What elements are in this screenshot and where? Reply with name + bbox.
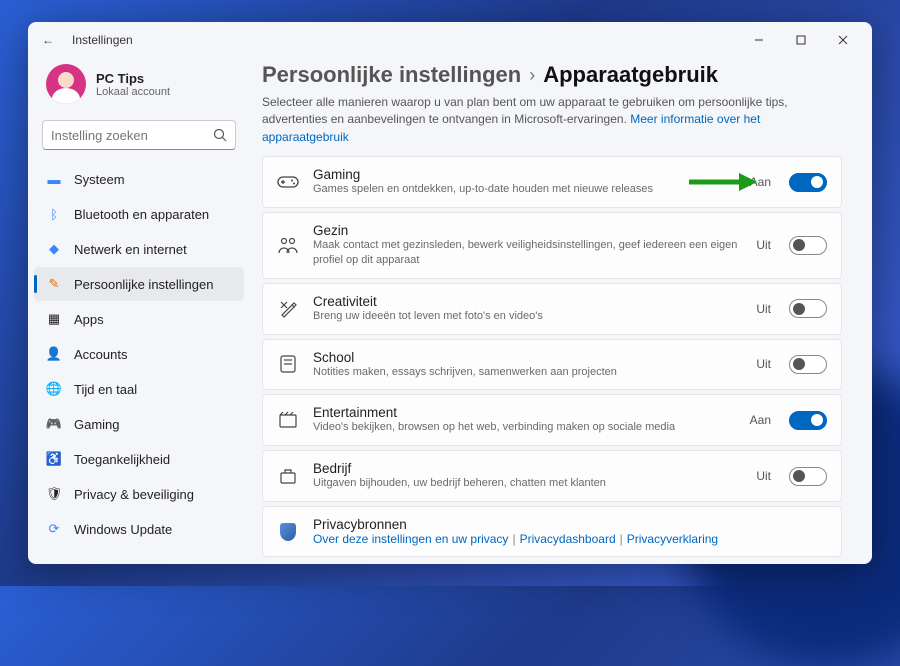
nav-apps[interactable]: ▦Apps xyxy=(34,302,244,336)
card-privacy-sources: Privacybronnen Over deze instellingen en… xyxy=(262,506,842,557)
minimize-button[interactable] xyxy=(738,25,780,55)
card-subtitle: Games spelen en ontdekken, up-to-date ho… xyxy=(313,182,736,197)
toggle-state: Uit xyxy=(756,238,771,252)
nav: ▬Systeem ᛒBluetooth en apparaten ◆Netwer… xyxy=(34,162,244,546)
gaming-icon: 🎮 xyxy=(46,416,62,432)
card-subtitle: Video's bekijken, browsen op het web, ve… xyxy=(313,420,736,435)
nav-bluetooth[interactable]: ᛒBluetooth en apparaten xyxy=(34,197,244,231)
page-description: Selecteer alle manieren waarop u van pla… xyxy=(262,94,842,146)
nav-tijd[interactable]: 🌐Tijd en taal xyxy=(34,372,244,406)
toggle-state: Uit xyxy=(756,357,771,371)
privacy-icon: 🛡 xyxy=(46,486,62,502)
search-placeholder: Instelling zoeken xyxy=(51,128,213,143)
gamepad-icon xyxy=(277,171,299,193)
link-about[interactable]: Over deze instellingen en uw privacy xyxy=(313,532,508,546)
nav-accounts[interactable]: 👤Accounts xyxy=(34,337,244,371)
toggle-state: Aan xyxy=(750,413,771,427)
titlebar: ← Instellingen xyxy=(28,22,872,58)
link-dashboard[interactable]: Privacydashboard xyxy=(520,532,616,546)
search-icon xyxy=(213,128,227,142)
search-input[interactable]: Instelling zoeken xyxy=(42,120,236,150)
card-bedrijf: Bedrijf Uitgaven bijhouden, uw bedrijf b… xyxy=(262,450,842,502)
toggle-gezin[interactable] xyxy=(789,236,827,255)
shield-icon xyxy=(277,521,299,543)
accessibility-icon: ♿ xyxy=(46,451,62,467)
apps-icon: ▦ xyxy=(46,311,62,327)
breadcrumb: Persoonlijke instellingen › Apparaatgebr… xyxy=(262,62,842,88)
card-subtitle: Breng uw ideeën tot leven met foto's en … xyxy=(313,309,742,324)
network-icon: ◆ xyxy=(46,241,62,257)
card-title: School xyxy=(313,350,742,365)
nav-update[interactable]: ⟳Windows Update xyxy=(34,512,244,546)
nav-privacy[interactable]: 🛡Privacy & beveiliging xyxy=(34,477,244,511)
toggle-entertainment[interactable] xyxy=(789,411,827,430)
main-content: Persoonlijke instellingen › Apparaatgebr… xyxy=(250,58,872,564)
card-subtitle: Uitgaven bijhouden, uw bedrijf beheren, … xyxy=(313,476,742,491)
card-title: Privacybronnen xyxy=(313,517,827,532)
link-statement[interactable]: Privacyverklaring xyxy=(627,532,718,546)
window-title: Instellingen xyxy=(72,33,133,47)
nav-toegankelijkheid[interactable]: ♿Toegankelijkheid xyxy=(34,442,244,476)
back-button[interactable]: ← xyxy=(36,33,60,47)
toggle-state: Aan xyxy=(750,175,771,189)
time-icon: 🌐 xyxy=(46,381,62,397)
breadcrumb-parent[interactable]: Persoonlijke instellingen xyxy=(262,62,521,88)
card-entertainment: Entertainment Video's bekijken, browsen … xyxy=(262,394,842,446)
card-creativiteit: Creativiteit Breng uw ideeën tot leven m… xyxy=(262,283,842,335)
card-title: Gaming xyxy=(313,167,736,182)
profile[interactable]: PC Tips Lokaal account xyxy=(34,58,244,118)
creativity-icon xyxy=(277,298,299,320)
toggle-school[interactable] xyxy=(789,355,827,374)
card-subtitle: Maak contact met gezinsleden, bewerk vei… xyxy=(313,238,742,268)
toggle-creativiteit[interactable] xyxy=(789,299,827,318)
system-icon: ▬ xyxy=(46,171,62,187)
close-button[interactable] xyxy=(822,25,864,55)
card-gaming: Gaming Games spelen en ontdekken, up-to-… xyxy=(262,156,842,208)
profile-name: PC Tips xyxy=(96,71,170,86)
card-title: Entertainment xyxy=(313,405,736,420)
update-icon: ⟳ xyxy=(46,521,62,537)
bluetooth-icon: ᛒ xyxy=(46,206,62,222)
card-school: School Notities maken, essays schrijven,… xyxy=(262,339,842,391)
toggle-gaming[interactable] xyxy=(789,173,827,192)
school-icon xyxy=(277,353,299,375)
nav-gaming[interactable]: 🎮Gaming xyxy=(34,407,244,441)
nav-systeem[interactable]: ▬Systeem xyxy=(34,162,244,196)
privacy-links: Over deze instellingen en uw privacy|Pri… xyxy=(313,532,827,546)
card-title: Bedrijf xyxy=(313,461,742,476)
toggle-state: Uit xyxy=(756,302,771,316)
profile-sub: Lokaal account xyxy=(96,86,170,98)
card-title: Gezin xyxy=(313,223,742,238)
toggle-state: Uit xyxy=(756,469,771,483)
card-title: Creativiteit xyxy=(313,294,742,309)
nav-persoonlijk[interactable]: ✎Persoonlijke instellingen xyxy=(34,267,244,301)
sidebar: PC Tips Lokaal account Instelling zoeken… xyxy=(28,58,250,564)
nav-netwerk[interactable]: ◆Netwerk en internet xyxy=(34,232,244,266)
accounts-icon: 👤 xyxy=(46,346,62,362)
maximize-button[interactable] xyxy=(780,25,822,55)
entertainment-icon xyxy=(277,409,299,431)
settings-window: ← Instellingen PC Tips Lokaal account In… xyxy=(28,22,872,564)
personalization-icon: ✎ xyxy=(46,276,62,292)
family-icon xyxy=(277,234,299,256)
avatar xyxy=(46,64,86,104)
toggle-bedrijf[interactable] xyxy=(789,467,827,486)
page-title: Apparaatgebruik xyxy=(543,62,718,88)
business-icon xyxy=(277,465,299,487)
chevron-right-icon: › xyxy=(529,65,535,86)
card-gezin: Gezin Maak contact met gezinsleden, bewe… xyxy=(262,212,842,279)
card-subtitle: Notities maken, essays schrijven, samenw… xyxy=(313,365,742,380)
